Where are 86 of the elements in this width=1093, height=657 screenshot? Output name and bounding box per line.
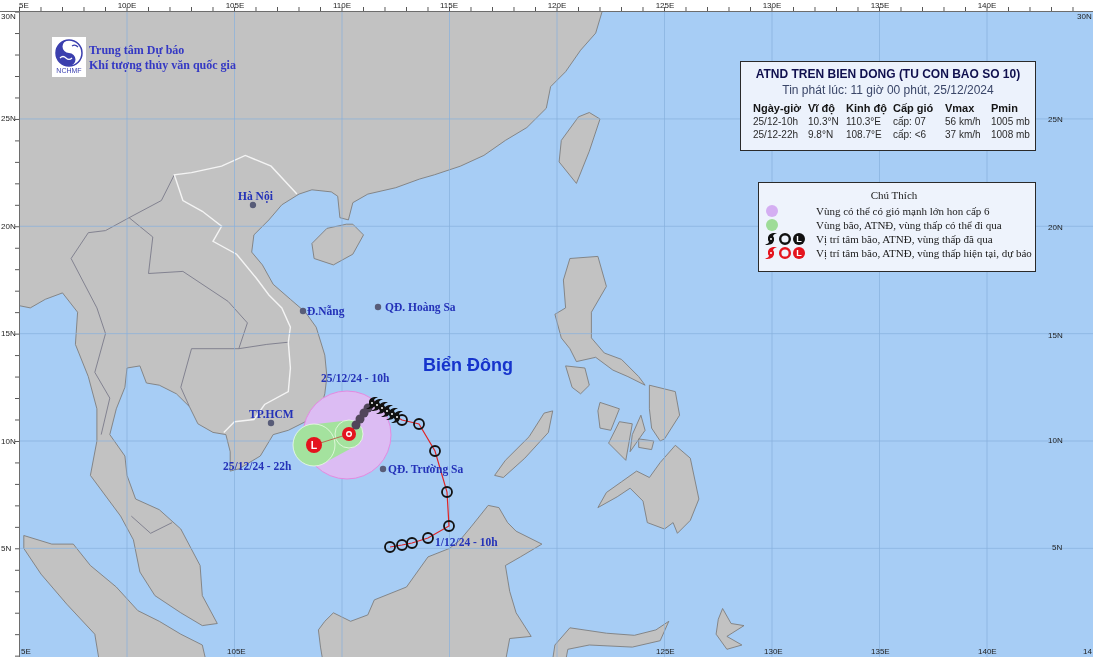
ring-icon — [429, 445, 441, 457]
legend-text: Vị trí tâm bão, ATNĐ, vùng thấp hiện tại, dự báo — [816, 246, 1032, 260]
low-pressure-icon: L — [793, 247, 805, 259]
axis-label: 15N — [1, 329, 16, 339]
axis-label: 5E — [21, 647, 31, 656]
track-time-label: 25/12/24 - 10h — [321, 372, 390, 384]
axis-label: 15N — [1048, 331, 1063, 340]
ring-icon — [396, 539, 408, 551]
axis-label: 140E — [978, 647, 997, 656]
table-cell-text: 108.7°E — [846, 129, 883, 141]
axis-label: 20N — [1048, 223, 1063, 232]
issued-time: Tin phát lúc: 11 giờ 00 phút, 25/12/2024 — [782, 83, 994, 98]
table-cell-text: 25/12-22h — [753, 129, 800, 141]
legend-text: Vùng có thể có gió mạnh lớn hon cấp 6 — [816, 204, 990, 218]
column-header: Vmax — [945, 102, 976, 115]
axis-label: 30N — [1, 12, 16, 21]
axis-label: 125E — [656, 647, 675, 656]
table-cell-text: 25/12-10h — [753, 116, 800, 128]
low-pressure-icon: L — [793, 233, 805, 245]
position-dot-icon — [351, 420, 361, 430]
legend-title: Chú Thích — [870, 189, 918, 202]
table-cell-text: 1008 mb — [991, 129, 1031, 141]
location-dot-icon — [299, 307, 307, 315]
ring-icon — [422, 532, 434, 544]
axis-label: 120E — [547, 1, 567, 10]
low-pressure-icon: L — [306, 437, 322, 453]
legend-text: Vị trí tâm bão, ATNĐ, vùng thấp đã qua — [816, 232, 993, 246]
location-dot-icon — [379, 465, 387, 473]
axis-label: 135E — [871, 647, 890, 656]
table-cell-text: 110.3°E — [846, 116, 882, 128]
table-cell-text: 1005 mb — [991, 116, 1031, 128]
axis-label: 20N — [1, 221, 16, 231]
axis-label: 14 — [1083, 647, 1092, 656]
place-label: TP.HCM — [249, 408, 294, 420]
axis-label: 25N — [1, 114, 16, 124]
axis-label: 140E — [977, 1, 997, 10]
bulletin-title: ATND TREN BIEN DONG (TU CON BAO SO 10) — [755, 67, 1021, 81]
axis-label: 30N — [1077, 12, 1092, 21]
sea-label: Biển Đông — [423, 355, 513, 375]
ring-icon — [396, 414, 408, 426]
axis-label: 130E — [762, 1, 782, 10]
island-drawing — [558, 112, 601, 184]
ring-icon — [384, 541, 396, 553]
table-cell-text: 9.8°N — [808, 129, 835, 141]
place-label: Hà Nội — [238, 190, 273, 202]
column-header: Kinh độ — [846, 102, 888, 115]
location-dot-icon — [249, 201, 257, 209]
column-header: Vĩ độ — [808, 102, 836, 115]
place-label: Đ.Nẵng — [307, 305, 345, 317]
table-cell-text: cấp: <6 — [893, 129, 928, 141]
axis-label: 115E — [439, 1, 459, 10]
axis-label: 5N — [1, 543, 12, 553]
axis-label: 5N — [1052, 543, 1063, 552]
island-drawing — [311, 223, 364, 266]
axis-label: 5E — [19, 1, 29, 10]
ring-icon — [413, 418, 425, 430]
axis-label: 110E — [332, 1, 352, 10]
track-time-label: 1/12/24 - 10h — [435, 536, 498, 548]
axis-label: 10N — [1, 436, 16, 446]
ring-icon — [406, 537, 418, 549]
agency-name: Trung tâm Dự báo — [89, 44, 186, 57]
ring-icon — [441, 486, 453, 498]
agency-name: Khí tượng thủy văn quốc gia — [89, 59, 236, 72]
place-label: QĐ. Hoàng Sa — [385, 301, 456, 313]
column-header: Ngày-giờ — [753, 102, 803, 115]
location-dot-icon — [374, 303, 382, 311]
ring-icon — [443, 520, 455, 532]
axis-label: 105E — [225, 1, 245, 10]
table-cell-text: 37 km/h — [945, 129, 982, 141]
column-header: Cấp gió — [893, 102, 935, 115]
axis-label: 125E — [655, 1, 675, 10]
storm-center-icon — [342, 427, 356, 441]
axis-label: 105E — [227, 647, 246, 656]
axis-label: 130E — [764, 647, 783, 656]
table-cell-text: 56 km/h — [945, 116, 982, 128]
axis-label: 135E — [870, 1, 890, 10]
table-cell-text: cấp: 07 — [893, 116, 927, 128]
island-drawing — [715, 608, 745, 650]
column-header: Pmin — [991, 102, 1019, 115]
location-dot-icon — [267, 419, 275, 427]
table-cell-text: 10.3°N — [808, 116, 840, 128]
axis-label: 25N — [1048, 115, 1063, 124]
legend-text: Vùng bão, ATNĐ, vùng thấp có thể đi qua — [816, 218, 1002, 232]
axis-label: 10N — [1048, 436, 1063, 445]
axis-label: 100E — [117, 1, 137, 10]
island-drawing — [494, 410, 554, 478]
